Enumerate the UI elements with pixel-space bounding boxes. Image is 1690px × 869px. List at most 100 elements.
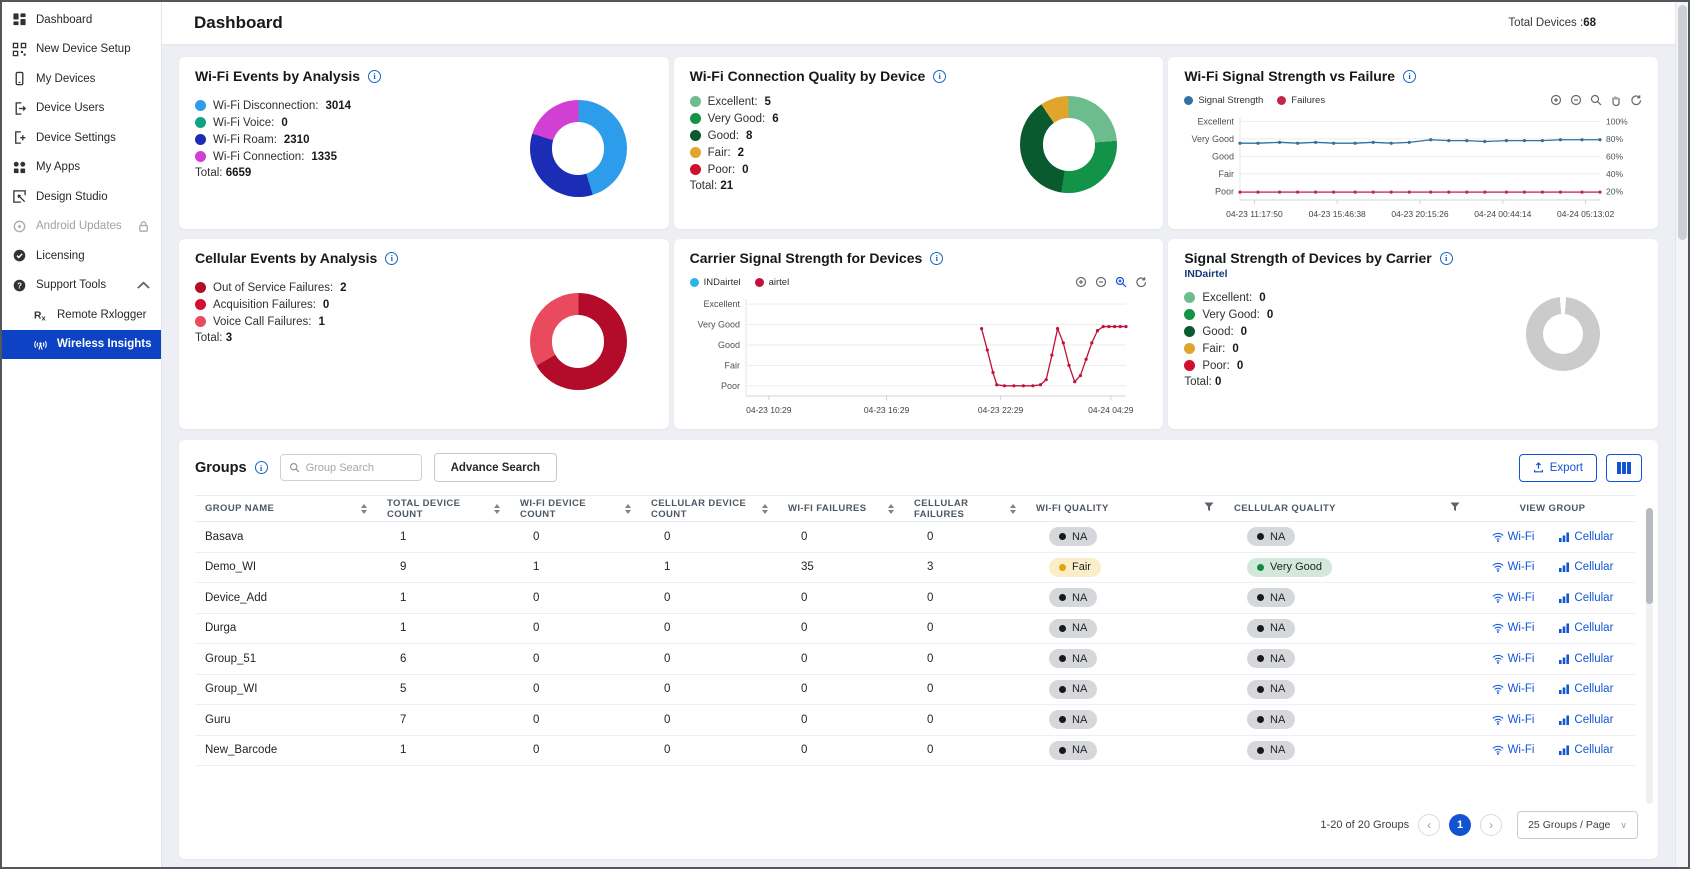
view-wifi-link[interactable]: Wi-Fi — [1492, 531, 1535, 543]
sidebar-item-licensing[interactable]: Licensing — [2, 241, 161, 271]
zoom-out-icon[interactable] — [1570, 94, 1582, 106]
pagination-summary: 1-20 of 20 Groups — [1320, 819, 1409, 831]
cell-wifi-quality: NA — [1026, 522, 1224, 553]
zoom-in-icon[interactable] — [1550, 94, 1562, 106]
prev-page-button[interactable] — [1418, 814, 1440, 836]
zoom-in-icon[interactable] — [1075, 276, 1087, 288]
info-icon[interactable] — [368, 70, 381, 83]
zoom-select-icon[interactable] — [1115, 276, 1127, 288]
column-header[interactable]: WI-FI QUALITY — [1026, 496, 1224, 522]
legend-label: Voice Call Failures: — [213, 316, 311, 328]
card-wifi-signal-vs-failure: Wi-Fi Signal Strength vs Failure Signal … — [1168, 57, 1658, 229]
next-page-button[interactable] — [1480, 814, 1502, 836]
advance-search-button[interactable]: Advance Search — [434, 453, 558, 482]
info-icon[interactable] — [255, 461, 268, 474]
card-title: Wi-Fi Connection Quality by Device — [690, 68, 926, 84]
cell-cellular-failures: 3 — [904, 552, 1026, 583]
view-wifi-link[interactable]: Wi-Fi — [1492, 714, 1535, 726]
view-cellular-link[interactable]: Cellular — [1558, 592, 1613, 604]
column-settings-button[interactable] — [1606, 454, 1642, 482]
table-scrollbar-thumb[interactable] — [1646, 508, 1653, 604]
reset-icon[interactable] — [1630, 94, 1642, 106]
column-header[interactable]: TOTAL DEVICE COUNT — [377, 496, 510, 522]
view-cellular-link[interactable]: Cellular — [1558, 714, 1613, 726]
zoom-out-icon[interactable] — [1095, 276, 1107, 288]
sidebar-item-my-apps[interactable]: My Apps — [2, 153, 161, 183]
view-wifi-link[interactable]: Wi-Fi — [1492, 592, 1535, 604]
info-icon[interactable] — [385, 252, 398, 265]
legend-label: Good: — [708, 130, 739, 142]
sidebar-item-support-tools[interactable]: ? Support Tools — [2, 271, 161, 301]
column-header[interactable]: CELLULAR DEVICE COUNT — [641, 496, 778, 522]
sort-icon[interactable] — [1010, 504, 1016, 514]
view-cellular-link[interactable]: Cellular — [1558, 683, 1613, 695]
export-button[interactable]: Export — [1519, 454, 1597, 482]
column-header[interactable]: WI-FI DEVICE COUNT — [510, 496, 641, 522]
view-cellular-link[interactable]: Cellular — [1558, 744, 1613, 756]
sort-icon[interactable] — [494, 504, 500, 514]
view-wifi-link[interactable]: Wi-Fi — [1492, 622, 1535, 634]
column-header[interactable]: CELLULAR FAILURES — [904, 496, 1026, 522]
info-icon[interactable] — [930, 252, 943, 265]
view-wifi-link[interactable]: Wi-Fi — [1492, 683, 1535, 695]
zoom-select-icon[interactable] — [1590, 94, 1602, 106]
current-page-button[interactable]: 1 — [1449, 814, 1471, 836]
info-icon[interactable] — [1403, 70, 1416, 83]
cell-total-devices: 1 — [377, 735, 510, 766]
cell-wifi-failures: 0 — [778, 613, 904, 644]
sidebar-item-design-studio[interactable]: Design Studio — [2, 182, 161, 212]
cell-view-group: Wi-Fi Cellular — [1470, 552, 1635, 583]
pie-legend: Excellent:5Very Good:6Good:8Fair:2Poor:0 — [690, 93, 779, 178]
legend-color-dot — [195, 151, 206, 162]
sidebar-item-new-device-setup[interactable]: New Device Setup — [2, 35, 161, 65]
legend-color-dot — [690, 130, 701, 141]
filter-icon[interactable] — [1450, 502, 1460, 515]
filter-icon[interactable] — [1204, 502, 1214, 515]
sort-icon[interactable] — [762, 504, 768, 514]
cell-view-group: Wi-Fi Cellular — [1470, 644, 1635, 675]
group-search-input[interactable] — [306, 462, 413, 474]
column-header[interactable]: CELLULAR QUALITY — [1224, 496, 1470, 522]
sidebar-item-remote-rxlogger[interactable]: Rx Remote Rxlogger — [2, 300, 161, 330]
table-scrollbar[interactable] — [1646, 508, 1653, 804]
sidebar-item-wireless-insights[interactable]: Wireless Insights — [2, 330, 161, 360]
export-icon — [1533, 462, 1544, 473]
column-header[interactable]: GROUP NAME — [195, 496, 377, 522]
quality-badge: NA — [1049, 710, 1097, 729]
quality-badge: NA — [1247, 588, 1295, 607]
phone-icon — [12, 71, 27, 86]
svg-text:100%: 100% — [1606, 116, 1628, 126]
view-cellular-link[interactable]: Cellular — [1558, 561, 1613, 573]
pan-icon[interactable] — [1610, 94, 1622, 106]
reset-icon[interactable] — [1135, 276, 1147, 288]
legend-item: Good:8 — [690, 127, 779, 144]
svg-text:Poor: Poor — [721, 381, 740, 391]
view-cellular-link[interactable]: Cellular — [1558, 653, 1613, 665]
column-header[interactable]: VIEW GROUP — [1470, 496, 1635, 522]
wifi-icon — [1492, 561, 1504, 573]
cell-view-group: Wi-Fi Cellular — [1470, 522, 1635, 553]
view-wifi-link[interactable]: Wi-Fi — [1492, 561, 1535, 573]
sidebar-item-device-users[interactable]: Device Users — [2, 94, 161, 124]
column-header[interactable]: WI-FI FAILURES — [778, 496, 904, 522]
view-wifi-link[interactable]: Wi-Fi — [1492, 744, 1535, 756]
page-size-select[interactable]: 25 Groups / Page — [1517, 811, 1638, 839]
sidebar-item-android-updates[interactable]: Android Updates — [2, 212, 161, 242]
legend-value: 5 — [765, 96, 771, 108]
sidebar-item-my-devices[interactable]: My Devices — [2, 64, 161, 94]
legend-label: Wi-Fi Roam: — [213, 134, 277, 146]
view-wifi-link[interactable]: Wi-Fi — [1492, 653, 1535, 665]
page-scrollbar[interactable] — [1675, 2, 1688, 867]
view-cellular-link[interactable]: Cellular — [1558, 531, 1613, 543]
info-icon[interactable] — [1440, 252, 1453, 265]
sidebar-item-dashboard[interactable]: Dashboard — [2, 5, 161, 35]
line-chart: ExcellentVery GoodGoodFairPoor04-23 10:2… — [690, 292, 1148, 423]
info-icon[interactable] — [933, 70, 946, 83]
sidebar-item-device-settings[interactable]: Device Settings — [2, 123, 161, 153]
page-scrollbar-thumb[interactable] — [1678, 5, 1687, 240]
sort-icon[interactable] — [361, 504, 367, 514]
sort-icon[interactable] — [888, 504, 894, 514]
cell-wifi-devices: 0 — [510, 583, 641, 614]
view-cellular-link[interactable]: Cellular — [1558, 622, 1613, 634]
sort-icon[interactable] — [625, 504, 631, 514]
